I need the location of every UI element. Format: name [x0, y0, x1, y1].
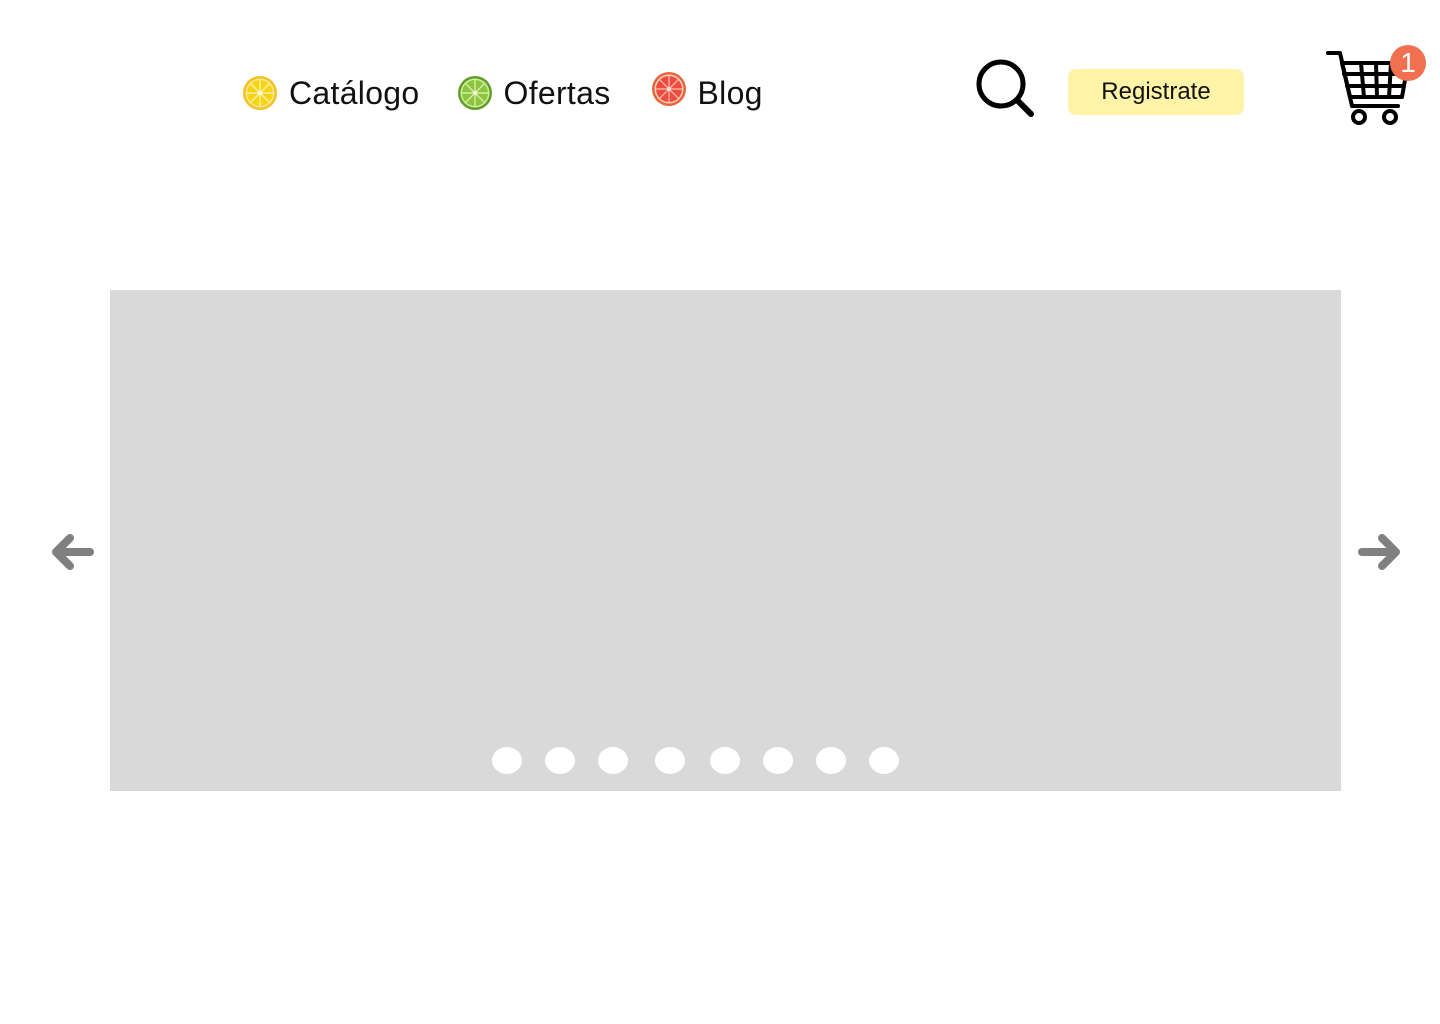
carousel-dot[interactable]: [816, 747, 846, 774]
nav-item-catalogo[interactable]: Catálogo: [242, 75, 420, 111]
lemon-icon: [242, 75, 278, 111]
nav-item-label: Catálogo: [289, 75, 420, 111]
nav-item-label: Blog: [697, 75, 763, 111]
carousel-dot[interactable]: [492, 747, 522, 774]
arrow-right-icon: [1358, 534, 1400, 570]
carousel-prev-button[interactable]: [50, 532, 96, 572]
nav-item-label: Ofertas: [503, 75, 611, 111]
carousel-pagination: [492, 747, 899, 774]
search-icon: [976, 59, 1034, 117]
carousel-dot[interactable]: [869, 747, 899, 774]
nav-item-blog[interactable]: Blog: [651, 72, 763, 111]
carousel-dot[interactable]: [710, 747, 740, 774]
arrow-left-icon: [52, 534, 94, 570]
search-button[interactable]: [972, 56, 1036, 120]
lime-icon: [457, 75, 493, 111]
grapefruit-icon: [651, 71, 687, 107]
hero-carousel[interactable]: [110, 290, 1341, 791]
nav-item-ofertas[interactable]: Ofertas: [457, 75, 611, 111]
main-nav: Catálogo Ofertas Blog: [242, 70, 763, 116]
carousel-next-button[interactable]: [1356, 532, 1402, 572]
cart-count-badge: 1: [1390, 45, 1426, 81]
carousel-dot[interactable]: [763, 747, 793, 774]
carousel-dot[interactable]: [655, 747, 685, 774]
register-button[interactable]: Registrate: [1068, 69, 1244, 115]
carousel-dot[interactable]: [598, 747, 628, 774]
carousel-dot[interactable]: [545, 747, 575, 774]
